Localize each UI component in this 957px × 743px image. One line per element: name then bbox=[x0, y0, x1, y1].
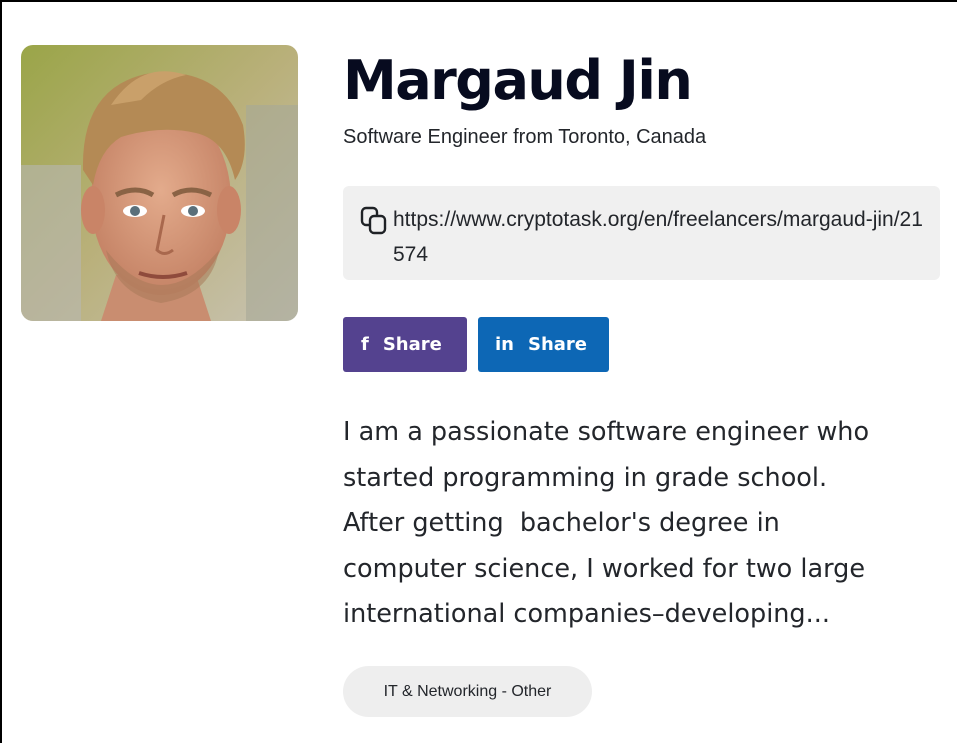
facebook-share-label: Share bbox=[382, 334, 442, 355]
profile-name: Margaud Jin bbox=[343, 49, 693, 112]
facebook-share-button[interactable]: f Share bbox=[343, 317, 467, 372]
bio-line: computer science, I worked for two large bbox=[343, 553, 866, 584]
bio-line: international companies–developing... bbox=[343, 599, 830, 629]
category-tag[interactable]: IT & Networking - Other bbox=[343, 666, 592, 717]
bio-line: started programming in grade school. bbox=[343, 462, 828, 493]
bio-line: After getting bachelor's degree in bbox=[343, 508, 780, 538]
profile-url-box[interactable]: https://www.cryptotask.org/en/freelancer… bbox=[343, 186, 940, 280]
facebook-icon: f bbox=[361, 334, 369, 355]
avatar bbox=[21, 45, 298, 321]
linkedin-share-label: Share bbox=[527, 334, 587, 355]
profile-bio: I am a passionate software engineer who … bbox=[343, 410, 953, 638]
profile-subtitle: Software Engineer from Toronto, Canada bbox=[343, 126, 707, 148]
linkedin-icon: in bbox=[495, 334, 514, 355]
copy-icon[interactable] bbox=[359, 205, 393, 239]
linkedin-share-button[interactable]: in Share bbox=[478, 317, 609, 372]
profile-url-text[interactable]: https://www.cryptotask.org/en/freelancer… bbox=[393, 202, 928, 272]
bio-line: I am a passionate software engineer who bbox=[343, 417, 870, 447]
